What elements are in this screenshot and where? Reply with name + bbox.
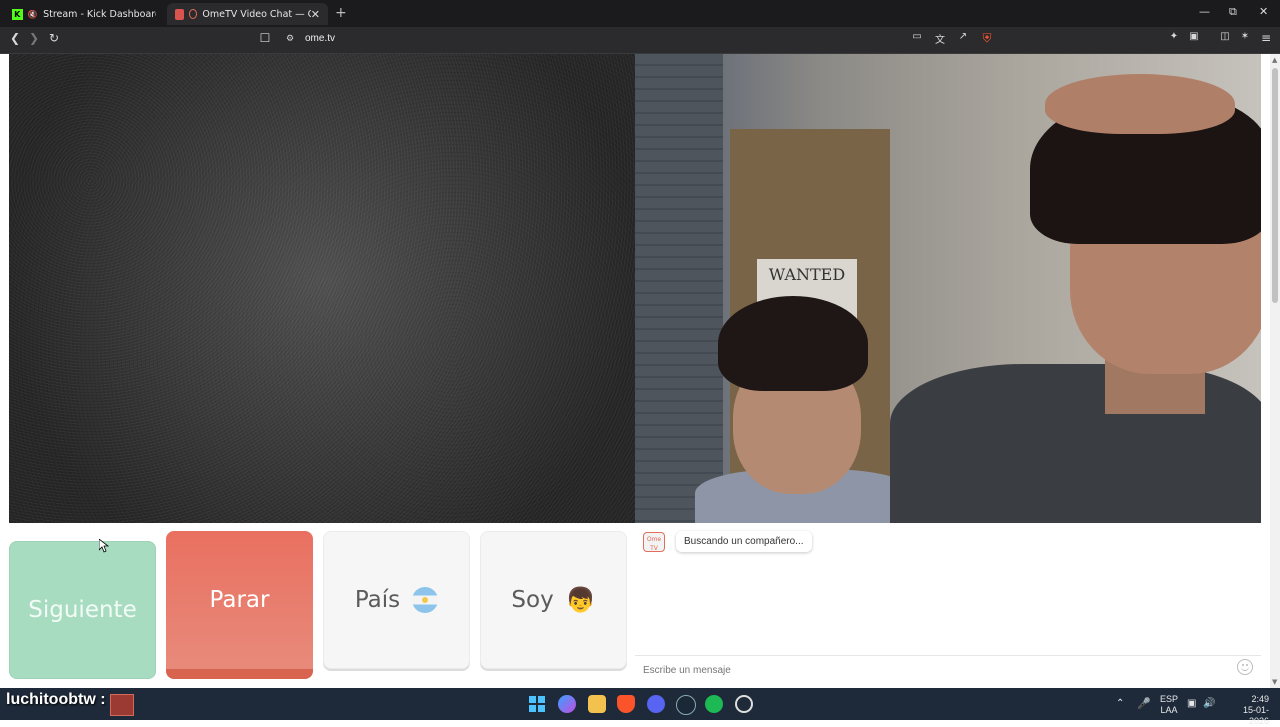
steam-icon[interactable] — [676, 695, 696, 715]
stop-button-label: Parar — [209, 587, 270, 613]
ometv-icon — [188, 9, 198, 19]
minimize-icon[interactable]: — — [1199, 5, 1210, 18]
forward-icon[interactable]: ❯ — [26, 31, 42, 45]
site-settings-icon[interactable]: ⚙ — [282, 34, 298, 44]
boy-emoji-icon: 👦 — [565, 586, 596, 614]
address-bar[interactable]: ome.tv — [305, 33, 335, 44]
restore-icon[interactable]: ⧉ — [1229, 5, 1237, 19]
language-bottom: LAA — [1160, 705, 1178, 715]
next-button-label: Siguiente — [28, 597, 137, 623]
close-tab-icon[interactable]: ✕ — [311, 8, 320, 21]
volume-icon[interactable]: 🔊 — [1203, 698, 1215, 709]
camera-recording-icon — [175, 8, 184, 20]
local-video-static — [9, 54, 635, 523]
emoji-icon[interactable] — [1237, 659, 1253, 675]
tab-kick-dashboard[interactable]: K 🔇 Stream - Kick Dashboard — [4, 3, 164, 25]
country-button-label: País — [354, 587, 401, 613]
leo-ai-icon[interactable]: ✶ — [1237, 31, 1253, 42]
screenshot-icon[interactable]: ▣ — [1186, 31, 1202, 42]
scrollbar-thumb[interactable] — [1272, 68, 1278, 303]
stream-overlay-username: luchitoobtw : — [6, 691, 106, 708]
brave-shields-icon[interactable]: ⛨ — [979, 31, 995, 46]
clock-date: 15-01-2026 — [1242, 705, 1269, 726]
extensions-icon[interactable]: ✦ — [1166, 31, 1182, 42]
language-top: ESP — [1160, 694, 1179, 704]
clock-time: 2:49 — [1251, 694, 1269, 704]
person-left-hair — [718, 296, 868, 391]
chat-status-message: Buscando un compañero... — [676, 531, 812, 552]
back-icon[interactable]: ❮ — [7, 31, 23, 45]
chat-panel: Ome TV Buscando un compañero... — [635, 523, 1261, 688]
next-button[interactable]: Siguiente — [9, 541, 156, 679]
partner-video: WANTED — [635, 54, 1261, 523]
new-tab-icon[interactable]: + — [335, 5, 347, 21]
discord-icon[interactable] — [647, 695, 665, 713]
ometv-logo-icon: Ome TV — [643, 532, 665, 552]
tab-title: Stream - Kick Dashboard — [43, 8, 156, 20]
spotify-icon[interactable] — [705, 695, 723, 713]
close-window-icon[interactable]: ✕ — [1259, 5, 1268, 18]
obs-icon[interactable] — [735, 695, 753, 713]
sidebar-toggle-icon[interactable]: ◫ — [1217, 31, 1233, 42]
gender-button[interactable]: Soy 👦 — [480, 531, 627, 669]
country-button[interactable]: País — [323, 531, 470, 669]
scroll-up-icon[interactable]: ▲ — [1272, 56, 1277, 64]
person-right-hand — [1045, 74, 1235, 134]
cast-icon[interactable]: ▭ — [909, 31, 925, 42]
copilot-icon[interactable] — [558, 695, 576, 713]
muted-speaker-icon[interactable]: 🔇 — [28, 9, 39, 20]
stop-button[interactable]: Parar — [166, 531, 313, 679]
browser-toolbar: ❮ ❯ ↻ ☐ ⚙ ome.tv ▭ 文 ↗ ⛨ ✦ ▣ ◫ ✶ ≡ — [0, 27, 1280, 54]
kick-icon: K — [12, 8, 23, 20]
page-scrollbar[interactable]: ▲ ▼ — [1270, 54, 1280, 688]
scroll-down-icon[interactable]: ▼ — [1272, 678, 1277, 686]
tray-overflow-icon[interactable]: ⌃ — [1116, 698, 1124, 709]
network-icon[interactable]: ▣ — [1187, 698, 1196, 709]
brave-browser-icon[interactable] — [617, 695, 635, 713]
chat-message-input[interactable] — [641, 660, 1225, 680]
windows-taskbar — [0, 688, 1280, 720]
share-icon[interactable]: ↗ — [955, 31, 971, 42]
file-explorer-icon[interactable] — [588, 695, 606, 713]
clock[interactable]: 2:49 15-01-2026 — [1225, 694, 1269, 727]
gender-button-label: Soy — [511, 587, 554, 613]
translate-icon[interactable]: 文 — [932, 31, 948, 46]
stream-overlay-thumbnail — [110, 694, 134, 716]
windows-start-icon[interactable] — [528, 695, 546, 713]
browser-tab-bar: K 🔇 Stream - Kick Dashboard OmeTV Video … — [0, 0, 1280, 27]
ometv-page: WANTED Siguiente Parar País Soy 👦 Ome TV… — [0, 54, 1270, 688]
argentina-flag-icon — [412, 587, 439, 613]
window-blinds — [635, 54, 723, 523]
bookmark-icon[interactable]: ☐ — [257, 31, 273, 45]
microphone-icon[interactable]: 🎤 — [1137, 697, 1151, 710]
chat-input-bar — [635, 655, 1261, 680]
tab-title: OmeTV Video Chat — Omeg — [202, 8, 310, 20]
tab-ometv[interactable]: OmeTV Video Chat — Omeg ✕ — [167, 3, 328, 25]
person-right-shirt — [890, 364, 1261, 523]
menu-icon[interactable]: ≡ — [1258, 31, 1274, 45]
language-indicator[interactable]: ESP LAA — [1160, 694, 1178, 716]
reload-icon[interactable]: ↻ — [46, 31, 62, 45]
